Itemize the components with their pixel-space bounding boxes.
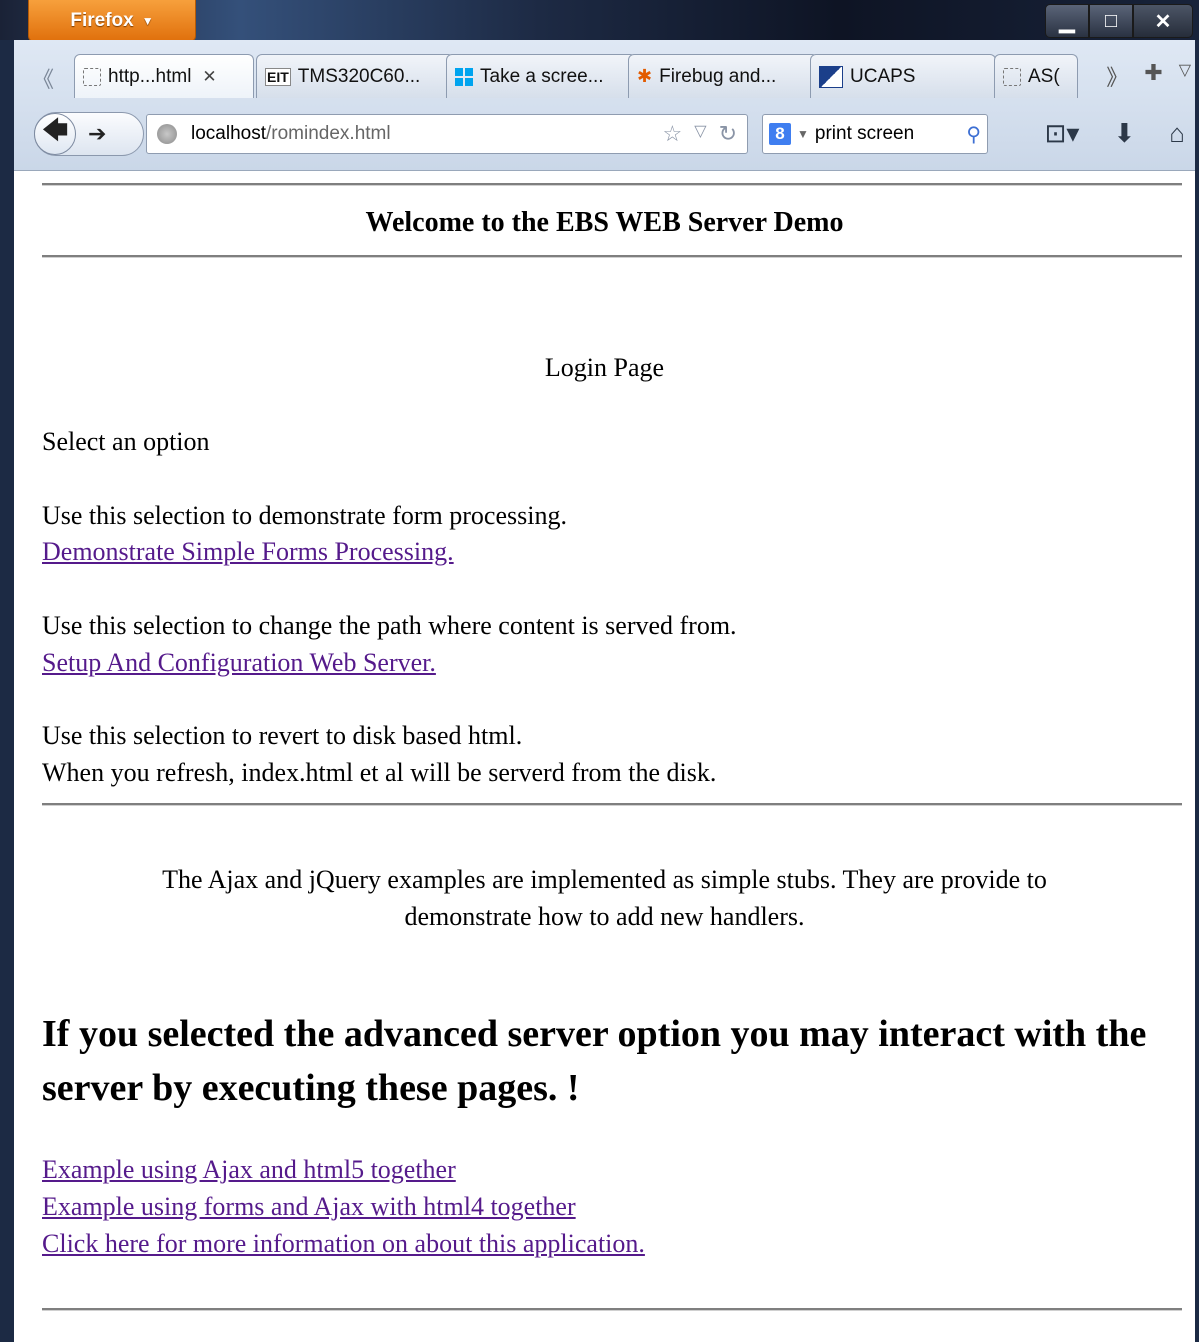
more-information-link[interactable]: Click here for more information on about… — [42, 1229, 645, 1258]
ajax-html5-example-link[interactable]: Example using Ajax and html5 together — [42, 1155, 456, 1184]
tab-take-a-screenshot[interactable]: Take a scree... — [446, 54, 636, 98]
divider — [42, 255, 1182, 258]
setup-link-wrap: Setup And Configuration Web Server. — [42, 648, 436, 678]
eit-icon: EIT — [265, 67, 291, 86]
list-all-tabs-icon[interactable]: ▽ — [1179, 60, 1191, 92]
tab-scroll-left-icon[interactable]: 《 — [32, 62, 54, 94]
ajax-note-line1: The Ajax and jQuery examples are impleme… — [162, 865, 1047, 894]
globe-icon — [157, 124, 177, 144]
window-frame-left — [0, 40, 14, 1342]
tab-romindex[interactable]: http...html ✕ — [74, 54, 254, 98]
advanced-server-heading: If you selected the advanced server opti… — [42, 1013, 1147, 1109]
tab-firebug[interactable]: ✱ Firebug and... — [628, 54, 818, 98]
tab-as[interactable]: AS( — [994, 54, 1078, 98]
page-icon — [83, 67, 101, 86]
url-tools: ☆ ▽ ↻ — [663, 121, 737, 147]
firefox-button-label: Firefox — [70, 9, 134, 31]
firebug-icon: ✱ — [637, 66, 653, 86]
tab-label: http...html — [108, 65, 192, 87]
tab-tools: 》 ✚ ▽ — [1106, 60, 1191, 92]
search-magnifier-icon[interactable]: ⚲ — [966, 122, 981, 147]
login-page-label: Login Page — [544, 353, 665, 382]
close-window-button[interactable]: ✕ — [1133, 4, 1193, 38]
forms-ajax-html4-example-link[interactable]: Example using forms and Ajax with html4 … — [42, 1192, 576, 1221]
page-title: Welcome to the EBS WEB Server Demo — [365, 207, 844, 238]
back-button[interactable]: 🡄 — [34, 113, 76, 155]
form-processing-description: Use this selection to demonstrate form p… — [42, 501, 567, 530]
url-host: localhost — [191, 123, 266, 144]
tab-label: TMS320C60... — [297, 65, 421, 87]
tab-label: UCAPS — [850, 65, 916, 87]
firefox-menu-button[interactable]: Firefox ▼ — [28, 0, 196, 42]
tab-label: AS( — [1028, 65, 1060, 87]
minimize-button[interactable]: ▁ — [1045, 4, 1089, 38]
browser-chrome: 《 http...html ✕ EIT TMS320C60... Take a … — [14, 40, 1195, 171]
ajax-note-line2: demonstrate how to add new handlers. — [404, 902, 805, 931]
toolbar-icons: ⊡▾ ⬇ ⌂ — [1045, 118, 1185, 149]
search-engine-dropdown-icon[interactable]: ▼ — [797, 127, 809, 141]
example-link-wrap: Click here for more information on about… — [42, 1229, 645, 1259]
bookmark-star-icon[interactable]: ☆ — [663, 121, 683, 147]
tab-close-icon[interactable]: ✕ — [202, 67, 216, 87]
divider — [42, 803, 1182, 806]
search-bar[interactable]: 8 ▼ print screen ⚲ — [762, 114, 988, 154]
window-controls: ▁ □ ✕ — [1045, 4, 1193, 38]
new-tab-icon[interactable]: ✚ — [1144, 60, 1162, 92]
select-option-text: Select an option — [42, 427, 210, 456]
forward-arrow-icon[interactable]: ➔ — [88, 121, 106, 147]
bookmarks-menu-icon[interactable]: ⊡▾ — [1045, 118, 1080, 149]
form-processing-link-wrap: Demonstrate Simple Forms Processing. — [42, 537, 454, 567]
url-bar[interactable]: localhost/romindex.html ☆ ▽ ↻ — [146, 114, 748, 154]
page-icon — [1003, 67, 1021, 86]
demonstrate-forms-link[interactable]: Demonstrate Simple Forms Processing. — [42, 537, 454, 566]
search-input[interactable]: print screen — [815, 123, 914, 145]
setup-configuration-link[interactable]: Setup And Configuration Web Server. — [42, 648, 436, 677]
tab-label: Firebug and... — [659, 65, 777, 87]
tab-tms320c60[interactable]: EIT TMS320C60... — [256, 54, 454, 98]
tab-label: Take a scree... — [480, 65, 604, 87]
history-dropdown-icon[interactable]: ▽ — [694, 121, 706, 147]
url-path: /romindex.html — [266, 123, 391, 144]
windows-icon — [455, 67, 473, 86]
revert-description: Use this selection to revert to disk bas… — [42, 721, 523, 750]
tab-strip: 《 http...html ✕ EIT TMS320C60... Take a … — [14, 54, 1195, 98]
maximize-button[interactable]: □ — [1089, 4, 1133, 38]
tab-scroll-right-icon[interactable]: 》 — [1106, 60, 1128, 92]
window-titlebar: Firefox ▼ ▁ □ ✕ — [0, 0, 1199, 42]
downloads-icon[interactable]: ⬇ — [1113, 118, 1135, 149]
dropdown-arrow-icon: ▼ — [141, 13, 154, 28]
back-arrow-icon: 🡄 — [41, 115, 69, 145]
example-link-wrap: Example using forms and Ajax with html4 … — [42, 1192, 576, 1222]
reload-icon[interactable]: ↻ — [719, 121, 737, 147]
refresh-description: When you refresh, index.html et al will … — [42, 758, 717, 787]
divider — [42, 1308, 1182, 1311]
window-frame-right — [1195, 40, 1199, 1342]
tab-ucaps[interactable]: UCAPS — [810, 54, 996, 98]
example-link-wrap: Example using Ajax and html5 together — [42, 1155, 456, 1185]
ucaps-icon — [819, 65, 843, 88]
back-forward-group: 🡄 ➔ — [34, 112, 144, 156]
divider — [42, 183, 1182, 186]
google-icon[interactable]: 8 — [769, 123, 791, 145]
home-icon[interactable]: ⌂ — [1169, 118, 1185, 149]
navigation-bar: 🡄 ➔ localhost/romindex.html ☆ ▽ ↻ 8 ▼ pr… — [14, 108, 1195, 158]
path-change-description: Use this selection to change the path wh… — [42, 611, 737, 640]
page-content: Welcome to the EBS WEB Server Demo Login… — [14, 171, 1195, 1342]
